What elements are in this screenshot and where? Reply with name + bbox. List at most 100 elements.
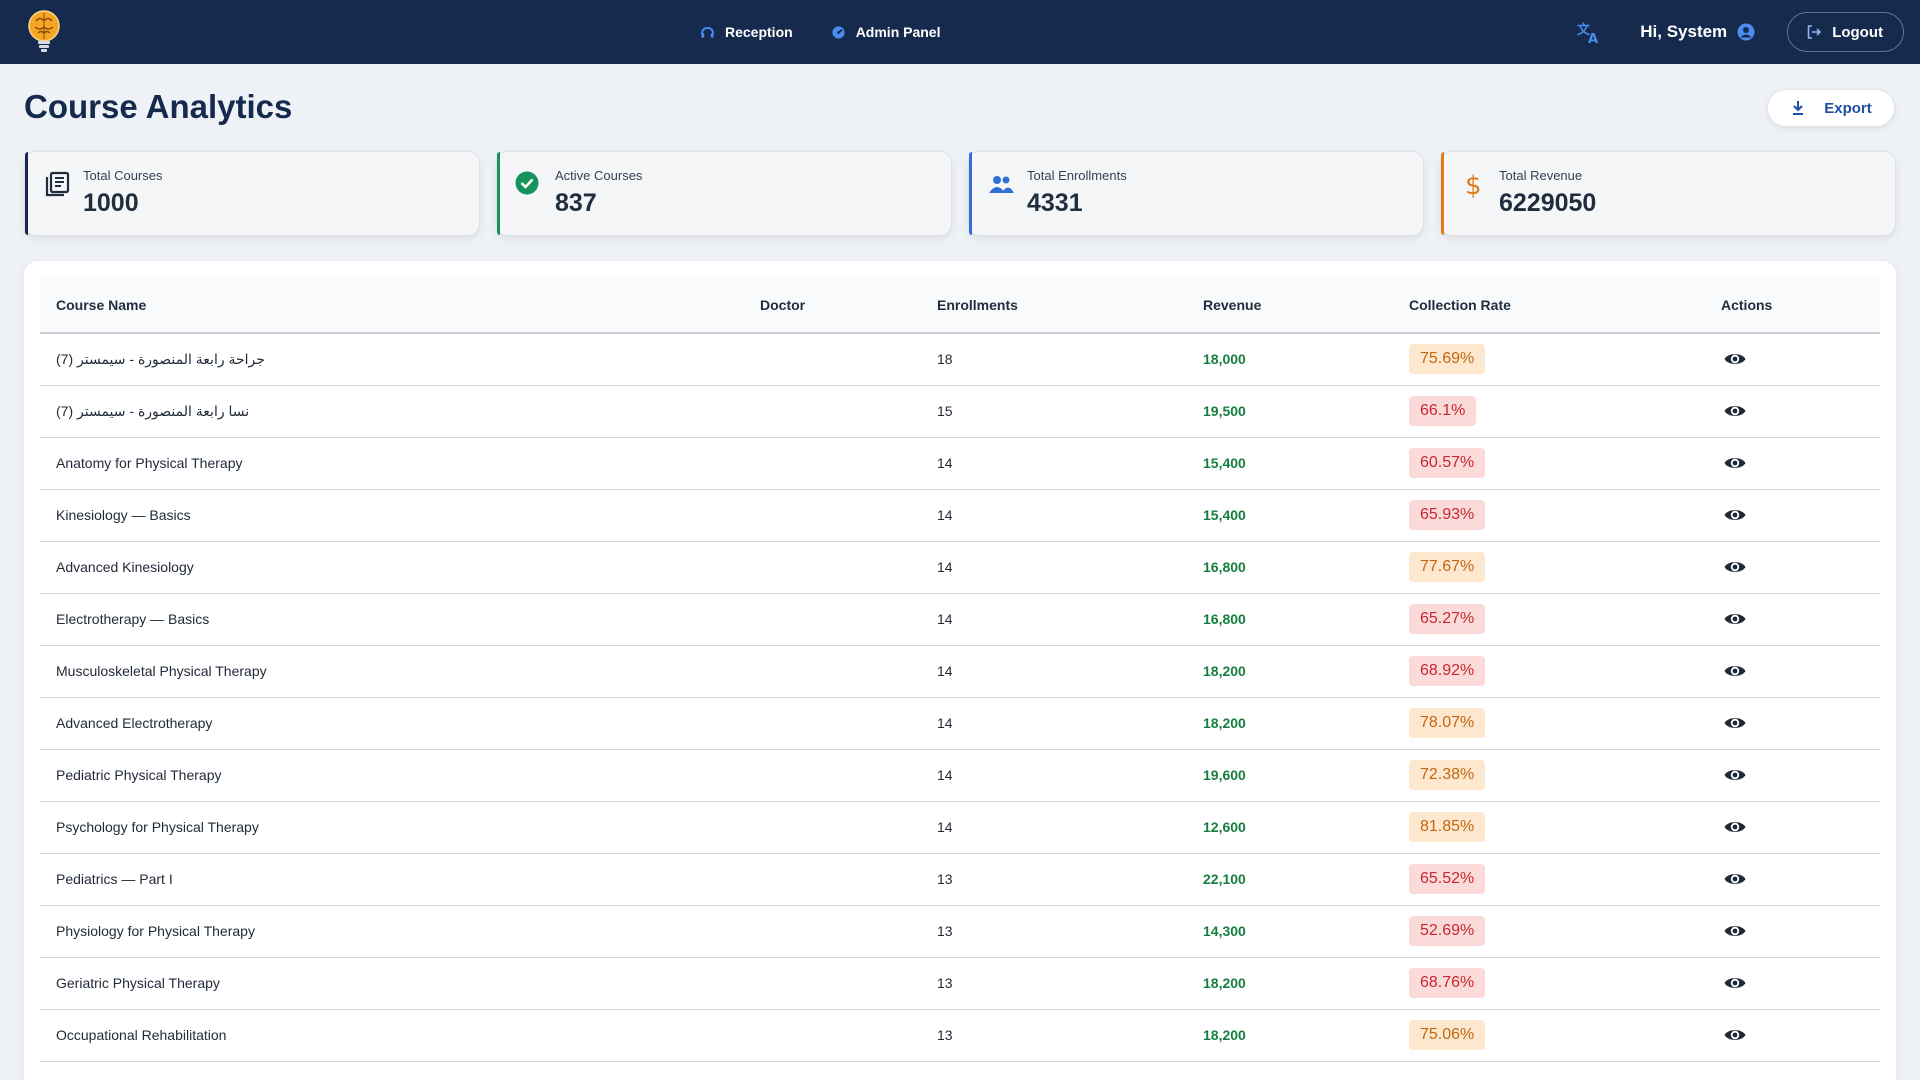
view-details-button[interactable]	[1721, 969, 1749, 997]
view-details-button[interactable]	[1721, 761, 1749, 789]
collection-rate-cell: 75.69%	[1393, 333, 1705, 386]
view-details-button[interactable]	[1721, 605, 1749, 633]
table-row: Occupational Rehabilitation 13 18,200 75.06…	[40, 1009, 1880, 1062]
doctor-cell	[744, 541, 921, 594]
stat-card-total-enrollments: Total Enrollments 4331	[968, 151, 1424, 236]
enrollments-cell: 14	[921, 593, 1187, 646]
enrollments-cell: 18	[921, 333, 1187, 386]
enrollments-cell: 14	[921, 697, 1187, 750]
collection-rate-badge: 68.92%	[1409, 656, 1486, 686]
table-row: Geriatric Physical Therapy 13 18,200 68.76%	[40, 957, 1880, 1010]
revenue-cell: 18,000	[1187, 333, 1393, 386]
collection-rate-badge: 65.93%	[1409, 500, 1486, 530]
table-row: جراحة رابعة المنصورة - سيمستر (7) 18 18,00…	[40, 333, 1880, 386]
collection-rate-badge: 81.85%	[1409, 812, 1486, 842]
actions-cell	[1705, 957, 1880, 1010]
revenue-cell: 15,400	[1187, 489, 1393, 542]
eye-icon	[1724, 353, 1746, 364]
table-wrapper: Course Name Doctor Enrollments Revenue C…	[40, 277, 1880, 1062]
stat-accent-bar	[1441, 152, 1444, 235]
collection-rate-cell: 60.57%	[1393, 437, 1705, 490]
collection-rate-badge: 65.27%	[1409, 604, 1486, 634]
revenue-cell: 18,200	[1187, 957, 1393, 1010]
eye-icon	[1724, 873, 1746, 884]
stat-label: Total Enrollments	[1027, 168, 1127, 183]
view-details-button[interactable]	[1721, 397, 1749, 425]
view-details-button[interactable]	[1721, 917, 1749, 945]
view-details-button[interactable]	[1721, 709, 1749, 737]
collection-rate-cell: 78.07%	[1393, 697, 1705, 750]
doctor-cell	[744, 593, 921, 646]
view-details-button[interactable]	[1721, 813, 1749, 841]
eye-icon	[1724, 509, 1746, 520]
collection-rate-cell: 72.38%	[1393, 749, 1705, 802]
export-button[interactable]: Export	[1767, 89, 1895, 127]
column-header-doctor[interactable]: Doctor	[744, 277, 921, 334]
translate-icon[interactable]: 文 A	[1576, 19, 1602, 45]
doctor-cell	[744, 853, 921, 906]
doctor-cell	[744, 385, 921, 438]
column-header-collection-rate[interactable]: Collection Rate	[1393, 277, 1705, 334]
collection-rate-badge: 75.06%	[1409, 1020, 1486, 1050]
doctor-cell	[744, 697, 921, 750]
eye-icon	[1724, 561, 1746, 572]
eye-icon	[1724, 717, 1746, 728]
collection-rate-badge: 68.76%	[1409, 968, 1486, 998]
course-name-cell: جراحة رابعة المنصورة - سيمستر (7)	[40, 333, 744, 386]
revenue-cell: 16,800	[1187, 593, 1393, 646]
view-details-button[interactable]	[1721, 553, 1749, 581]
doctor-cell	[744, 801, 921, 854]
collection-rate-cell: 68.92%	[1393, 645, 1705, 698]
table-row: Pediatrics — Part I 13 22,100 65.52%	[40, 853, 1880, 906]
eye-icon	[1724, 821, 1746, 832]
revenue-cell: 14,300	[1187, 905, 1393, 958]
eye-icon	[1724, 457, 1746, 468]
view-details-button[interactable]	[1721, 345, 1749, 373]
table-row: Physiology for Physical Therapy 13 14,300 5…	[40, 905, 1880, 958]
logout-icon	[1807, 25, 1822, 39]
brain-lightbulb-logo-icon[interactable]	[26, 9, 62, 55]
course-table-panel: Course Name Doctor Enrollments Revenue C…	[24, 261, 1896, 1080]
nav-reception[interactable]: Reception	[700, 24, 793, 40]
view-details-button[interactable]	[1721, 865, 1749, 893]
course-name-cell: Geriatric Physical Therapy	[40, 957, 744, 1010]
revenue-cell: 19,600	[1187, 749, 1393, 802]
column-header-revenue[interactable]: Revenue	[1187, 277, 1393, 334]
svg-text:A: A	[1588, 32, 1598, 45]
actions-cell	[1705, 333, 1880, 386]
view-details-button[interactable]	[1721, 1021, 1749, 1049]
actions-cell	[1705, 593, 1880, 646]
view-details-button[interactable]	[1721, 501, 1749, 529]
logout-button[interactable]: Logout	[1787, 12, 1904, 52]
table-row: Psychology for Physical Therapy 14 12,600 8…	[40, 801, 1880, 854]
collection-rate-cell: 65.52%	[1393, 853, 1705, 906]
user-greeting-text: Hi, System	[1640, 22, 1728, 41]
collection-rate-badge: 78.07%	[1409, 708, 1486, 738]
revenue-cell: 18,200	[1187, 1009, 1393, 1062]
view-details-button[interactable]	[1721, 657, 1749, 685]
nav-reception-label: Reception	[725, 24, 793, 40]
column-header-course-name[interactable]: Course Name	[40, 277, 744, 334]
revenue-cell: 16,800	[1187, 541, 1393, 594]
nav-admin-panel[interactable]: Admin Panel	[831, 24, 940, 40]
course-name-cell: Anatomy for Physical Therapy	[40, 437, 744, 490]
logout-label: Logout	[1832, 23, 1883, 41]
course-name-cell: Pediatric Physical Therapy	[40, 749, 744, 802]
course-name-cell: Psychology for Physical Therapy	[40, 801, 744, 854]
collection-rate-badge: 66.1%	[1409, 396, 1477, 426]
revenue-cell: 18,200	[1187, 645, 1393, 698]
column-header-enrollments[interactable]: Enrollments	[921, 277, 1187, 334]
actions-cell	[1705, 541, 1880, 594]
user-greeting[interactable]: Hi, System	[1640, 22, 1755, 42]
user-account-icon	[1737, 23, 1755, 41]
enrollments-cell: 14	[921, 749, 1187, 802]
dollar-icon: $	[1465, 171, 1482, 198]
actions-cell	[1705, 1009, 1880, 1062]
enrollments-cell: 13	[921, 1009, 1187, 1062]
view-details-button[interactable]	[1721, 449, 1749, 477]
course-name-cell: Kinesiology — Basics	[40, 489, 744, 542]
collection-rate-badge: 77.67%	[1409, 552, 1486, 582]
stat-accent-bar	[497, 152, 500, 235]
doctor-cell	[744, 1009, 921, 1062]
collection-rate-cell: 68.76%	[1393, 957, 1705, 1010]
